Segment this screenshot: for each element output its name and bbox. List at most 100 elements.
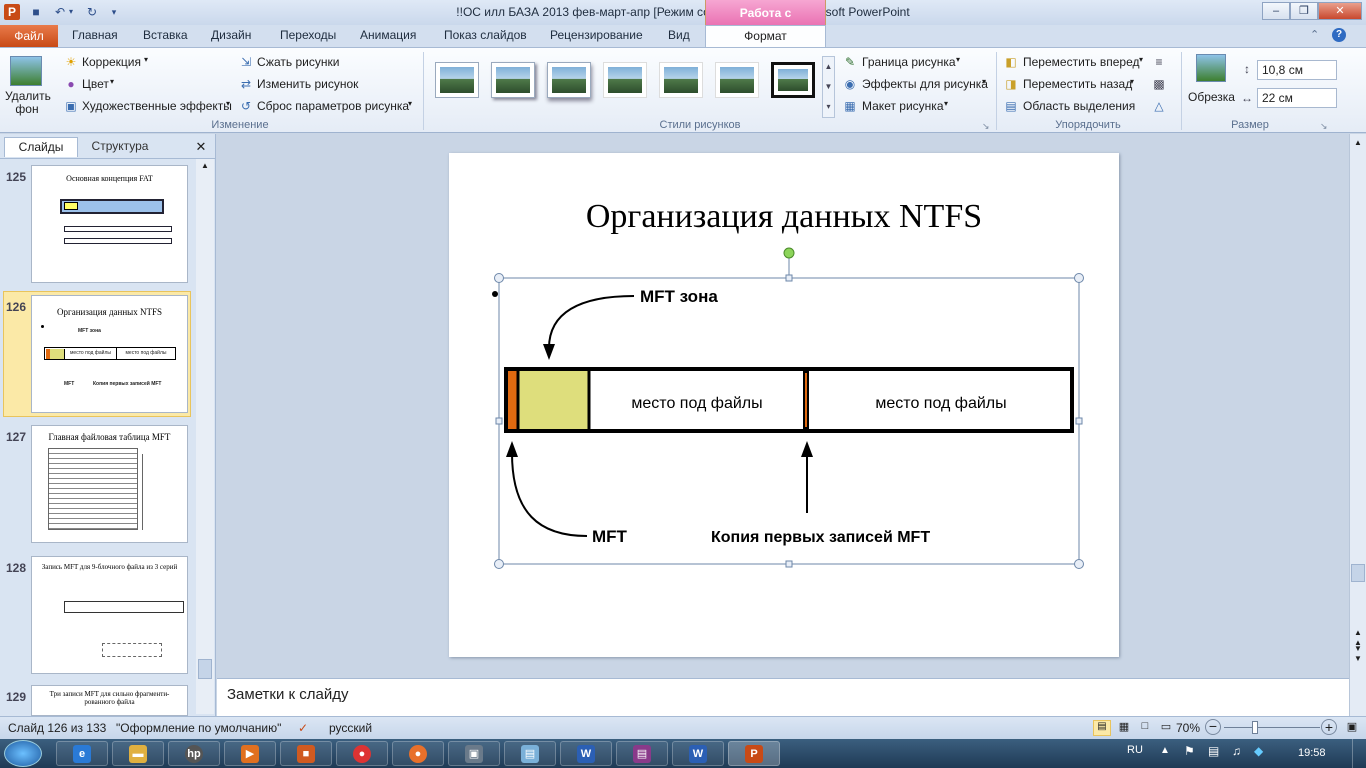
- next-slide-icon[interactable]: ▼ ▼: [1352, 644, 1364, 666]
- taskbar-word-1[interactable]: W: [560, 741, 612, 766]
- slideshow-view-icon[interactable]: ▭: [1157, 720, 1175, 736]
- maximize-button[interactable]: ❐: [1290, 2, 1318, 20]
- compress-pictures-button[interactable]: Сжать рисунки: [257, 55, 339, 69]
- picture-effects-dropdown-icon[interactable]: ▾: [982, 77, 986, 86]
- picture-effects-button[interactable]: Эффекты для рисунка: [862, 77, 988, 91]
- reset-picture-button[interactable]: Сброс параметров рисунка: [257, 99, 409, 113]
- taskbar-notepad[interactable]: ▤: [504, 741, 556, 766]
- resize-handle-left[interactable]: [495, 417, 503, 425]
- fit-to-window-icon[interactable]: ▣: [1344, 720, 1360, 736]
- notification-flag-icon[interactable]: ⚑: [1184, 744, 1195, 758]
- styles-gallery-scroll[interactable]: ▲ ▼ ▾: [822, 56, 835, 118]
- color-button[interactable]: Цвет: [82, 77, 109, 91]
- taskbar-chrome[interactable]: ●: [336, 741, 388, 766]
- zoom-out-button[interactable]: −: [1205, 719, 1221, 735]
- resize-handle-bottom-right[interactable]: [1074, 559, 1084, 569]
- send-backward-button[interactable]: Переместить назад: [1023, 77, 1132, 91]
- tab-format[interactable]: Формат: [705, 25, 826, 48]
- taskbar-powerpoint[interactable]: P: [728, 741, 780, 766]
- reset-picture-dropdown-icon[interactable]: ▾: [408, 99, 412, 108]
- taskbar-media-player[interactable]: ▶: [224, 741, 276, 766]
- tab-view[interactable]: Вид: [668, 28, 690, 42]
- network-icon[interactable]: ▤: [1208, 744, 1219, 758]
- bring-forward-button[interactable]: Переместить вперед: [1023, 55, 1139, 69]
- ntfs-diagram-picture[interactable]: MFT зона место под файлы место под файлы…: [449, 153, 1119, 657]
- crop-button[interactable]: Обрезка: [1188, 90, 1235, 104]
- picture-layout-button[interactable]: Макет рисунка: [862, 99, 944, 113]
- shape-width-input[interactable]: 22 см: [1257, 88, 1337, 108]
- picture-layout-dropdown-icon[interactable]: ▾: [944, 99, 948, 108]
- tab-outline[interactable]: Структура: [80, 137, 160, 157]
- reading-view-icon[interactable]: □: [1136, 720, 1154, 736]
- slide-thumbnail-125[interactable]: Основная концепция FAT: [31, 165, 188, 283]
- minimize-ribbon-icon[interactable]: ⌃: [1310, 28, 1319, 41]
- slide-thumbnail-127[interactable]: Главная файловая таблица MFT: [31, 425, 188, 543]
- picture-border-dropdown-icon[interactable]: ▾: [956, 55, 960, 64]
- tab-animations[interactable]: Анимация: [360, 28, 416, 42]
- tab-design[interactable]: Дизайн: [211, 28, 251, 42]
- remove-background-button[interactable]: Удалить фон: [5, 90, 51, 116]
- correction-button[interactable]: Коррекция: [82, 55, 141, 69]
- picture-style-2[interactable]: [491, 62, 535, 98]
- taskbar-ie[interactable]: e: [56, 741, 108, 766]
- scroll-up-icon[interactable]: ▲: [1352, 138, 1364, 148]
- spellcheck-icon[interactable]: ✓: [298, 721, 308, 735]
- slide-thumbnail-128[interactable]: Запись MFT для 9-блочного файла из 3 сер…: [31, 556, 188, 674]
- shape-height-input[interactable]: 10,8 см: [1257, 60, 1337, 80]
- bring-forward-dropdown-icon[interactable]: ▾: [1139, 55, 1143, 64]
- selection-pane-button[interactable]: Область выделения: [1023, 99, 1135, 113]
- scroll-up-icon[interactable]: ▲: [198, 161, 212, 173]
- resize-handle-top-right[interactable]: [1074, 273, 1084, 283]
- resize-handle-bottom-left[interactable]: [494, 559, 504, 569]
- slide-sorter-icon[interactable]: ▦: [1115, 720, 1133, 736]
- scroll-thumb[interactable]: [198, 659, 212, 679]
- show-hidden-icons-icon[interactable]: ▲: [1160, 745, 1170, 756]
- language-indicator[interactable]: русский: [329, 721, 372, 735]
- zoom-slider-track[interactable]: [1224, 727, 1320, 728]
- taskbar-explorer[interactable]: ▬: [112, 741, 164, 766]
- theme-name[interactable]: "Оформление по умолчанию": [116, 721, 281, 735]
- resize-handle-bottom[interactable]: [785, 560, 793, 568]
- rotate-icon[interactable]: △: [1152, 99, 1166, 113]
- size-dialog-launcher-icon[interactable]: ↘: [1320, 121, 1328, 132]
- tab-home[interactable]: Главная: [72, 28, 118, 42]
- picture-style-7[interactable]: [771, 62, 815, 98]
- taskbar-tool[interactable]: ▣: [448, 741, 500, 766]
- scroll-thumb[interactable]: [1351, 564, 1365, 582]
- volume-icon[interactable]: ♫: [1232, 744, 1241, 758]
- tab-file[interactable]: Файл: [0, 25, 58, 47]
- notes-pane[interactable]: Заметки к слайду: [217, 678, 1349, 716]
- artistic-effects-button[interactable]: Художественные эффекты: [82, 99, 232, 113]
- picture-style-1[interactable]: [435, 62, 479, 98]
- color-dropdown-icon[interactable]: ▾: [110, 77, 114, 86]
- close-button[interactable]: ✕: [1318, 2, 1362, 20]
- remove-background-icon[interactable]: [10, 56, 42, 86]
- zoom-in-button[interactable]: +: [1321, 719, 1337, 735]
- styles-dialog-launcher-icon[interactable]: ↘: [982, 121, 990, 132]
- panel-scrollbar[interactable]: ▲: [196, 159, 214, 714]
- minimize-button[interactable]: –: [1262, 2, 1290, 20]
- picture-style-3[interactable]: [547, 62, 591, 98]
- close-panel-icon[interactable]: ✕: [192, 137, 210, 157]
- normal-view-icon[interactable]: ▤: [1093, 720, 1111, 736]
- taskbar-word-2[interactable]: W: [672, 741, 724, 766]
- slide-thumbnail-126[interactable]: Организация данных NTFS место под файлы …: [31, 295, 188, 413]
- dropbox-icon[interactable]: ◆: [1254, 744, 1263, 758]
- tab-transitions[interactable]: Переходы: [280, 28, 336, 42]
- clock[interactable]: 19:58: [1298, 747, 1326, 759]
- show-desktop-button[interactable]: [1352, 739, 1366, 768]
- taskbar-firefox[interactable]: ●: [392, 741, 444, 766]
- resize-handle-top[interactable]: [785, 274, 793, 282]
- start-button[interactable]: [4, 740, 42, 767]
- help-icon[interactable]: ?: [1332, 28, 1346, 42]
- zoom-slider-thumb[interactable]: [1252, 721, 1258, 734]
- slide-thumbnail-129[interactable]: Три записи MFT для сильно фрагменти-рова…: [31, 685, 188, 716]
- resize-handle-right[interactable]: [1075, 417, 1083, 425]
- tab-slides[interactable]: Слайды: [4, 137, 78, 157]
- slide-scrollbar[interactable]: ▲ ▲ ▲ ▼ ▼: [1349, 134, 1366, 716]
- picture-style-4[interactable]: [603, 62, 647, 98]
- taskbar-winrar[interactable]: ▤: [616, 741, 668, 766]
- artistic-effects-dropdown-icon[interactable]: ▾: [226, 99, 230, 108]
- tab-slideshow[interactable]: Показ слайдов: [444, 28, 527, 42]
- resize-handle-top-left[interactable]: [494, 273, 504, 283]
